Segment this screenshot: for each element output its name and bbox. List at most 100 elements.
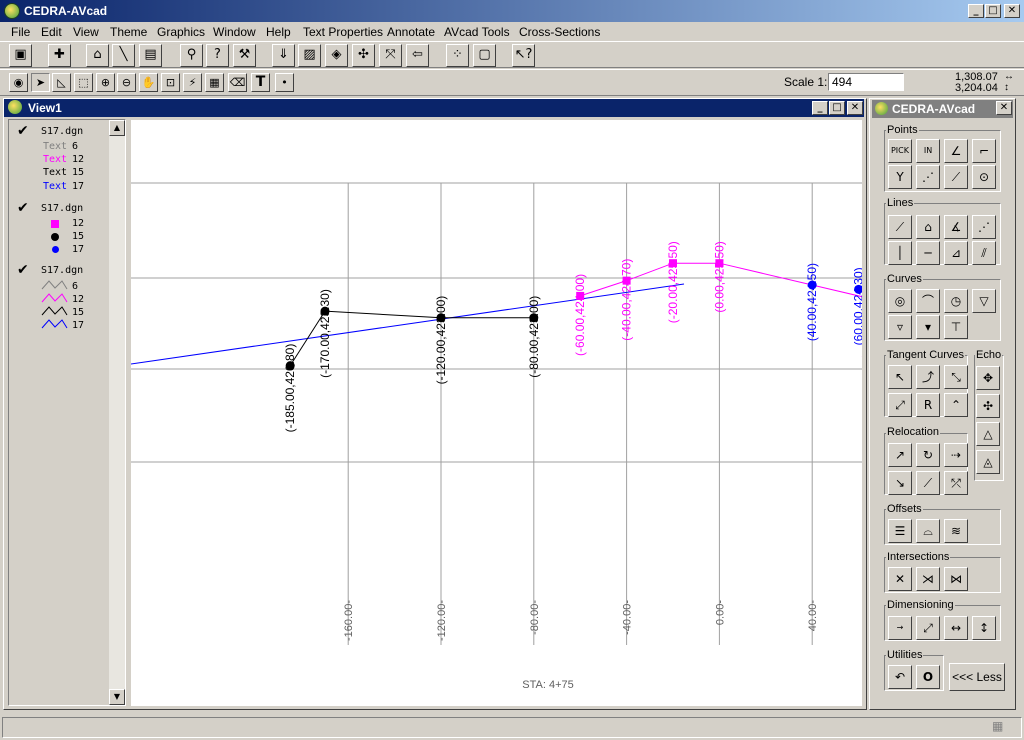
utility-undo-icon[interactable]: ↶	[888, 665, 912, 689]
menu-help[interactable]: Help	[266, 25, 291, 39]
zoom-out-icon[interactable]: ⤧	[379, 44, 402, 67]
theme-3-checkbox[interactable]: ✔	[17, 262, 29, 278]
theme-2-checkbox[interactable]: ✔	[17, 200, 29, 216]
relocate-move-icon[interactable]: ↗	[888, 443, 912, 467]
tangent-curve-2-icon[interactable]: ⤴	[916, 365, 940, 389]
dimension-aligned-icon[interactable]: ⤢	[916, 616, 940, 640]
curve-arc-center-icon[interactable]: ◷	[944, 289, 968, 313]
tangent-curve-1-icon[interactable]: ↖	[888, 365, 912, 389]
relocate-rotate-icon[interactable]: ↻	[916, 443, 940, 467]
zoom-layer-icon[interactable]: ▨	[298, 44, 321, 67]
point-along-icon[interactable]: ⋰	[916, 165, 940, 189]
menu-cross-sections[interactable]: Cross-Sections	[519, 25, 600, 39]
menu-avcad-tools[interactable]: AVcad Tools	[444, 25, 510, 39]
zoom-in-icon[interactable]: ✣	[352, 44, 375, 67]
zoom-selected-icon[interactable]: ◈	[325, 44, 348, 67]
line-horizontal-icon[interactable]: ─	[916, 241, 940, 265]
save-icon[interactable]: ▣	[9, 44, 32, 67]
curve-tangent-arc-icon[interactable]: ⊤	[944, 315, 968, 339]
intersect-line-curve-icon[interactable]: ⋊	[916, 567, 940, 591]
measure-icon[interactable]: ⊡	[161, 73, 180, 92]
line-vertical-icon[interactable]: │	[888, 241, 912, 265]
locate-icon[interactable]: ?	[206, 44, 229, 67]
menu-theme[interactable]: Theme	[110, 25, 147, 39]
scroll-down-icon[interactable]: ▼	[109, 689, 125, 705]
view-maximize-button[interactable]: □	[829, 101, 845, 115]
relocate-break-icon[interactable]: ⤱	[944, 471, 968, 495]
curve-tangent-down-icon[interactable]: ▾	[916, 315, 940, 339]
offset-multi-icon[interactable]: ≋	[944, 519, 968, 543]
line-dashed-icon[interactable]: ⋰	[972, 215, 996, 239]
point-intersect-icon[interactable]: Y	[888, 165, 912, 189]
point-angle-icon[interactable]: ∠	[944, 139, 968, 163]
zoom-out-tool-icon[interactable]: ⊖	[117, 73, 136, 92]
relocate-extend-icon[interactable]: ↘	[888, 471, 912, 495]
menu-view[interactable]: View	[73, 25, 99, 39]
relocate-trim-icon[interactable]: ⟋	[916, 471, 940, 495]
pick-point-button[interactable]: PICK	[888, 139, 912, 163]
text-tool-icon[interactable]: T	[251, 73, 270, 92]
menu-annotate[interactable]: Annotate	[387, 25, 435, 39]
offset-curve-icon[interactable]: ⌓	[916, 519, 940, 543]
tangent-curve-6-icon[interactable]: ⌃	[944, 393, 968, 417]
theme-3-name[interactable]: S17.dgn	[41, 265, 83, 276]
curve-sector-icon[interactable]: ▽	[972, 289, 996, 313]
line-perpendicular-icon[interactable]: ⊿	[944, 241, 968, 265]
echo-area-icon[interactable]: ◬	[976, 450, 1000, 474]
select-features-icon[interactable]: ⁘	[446, 44, 469, 67]
map-canvas[interactable]: -160.00- -120.00- -80.00- -40.00- 0.00- 40.00…	[131, 120, 862, 706]
intersect-lines-icon[interactable]: ✕	[888, 567, 912, 591]
tangent-curve-4-icon[interactable]: ⤢	[888, 393, 912, 417]
vertex-edit-icon[interactable]: ◺	[52, 73, 71, 92]
dimension-vertical-icon[interactable]: ↕	[972, 616, 996, 640]
menu-graphics[interactable]: Graphics	[157, 25, 205, 39]
theme-1-name[interactable]: S17.dgn	[41, 126, 83, 137]
echo-vertical-icon[interactable]: ✣	[976, 394, 1000, 418]
line-angle-icon[interactable]: ∡	[944, 215, 968, 239]
curve-tangent-left-icon[interactable]: ▿	[888, 315, 912, 339]
dimension-horizontal-icon[interactable]: ↔	[944, 616, 968, 640]
offset-line-icon[interactable]: ☰	[888, 519, 912, 543]
line-parallel-icon[interactable]: ⫽	[972, 241, 996, 265]
menu-window[interactable]: Window	[213, 25, 256, 39]
zoom-full-icon[interactable]: ⇓	[272, 44, 295, 67]
clear-selection-icon[interactable]: ▢	[473, 44, 496, 67]
add-icon[interactable]: ✚	[48, 44, 71, 67]
hammer-icon[interactable]: ⚒	[233, 44, 256, 67]
theme-props-icon[interactable]: ⌂	[86, 44, 109, 67]
scroll-up-icon[interactable]: ▲	[109, 120, 125, 136]
view-close-button[interactable]: ✕	[847, 101, 863, 115]
menu-edit[interactable]: Edit	[41, 25, 62, 39]
point-tool-icon[interactable]: •	[275, 73, 294, 92]
point-segment-icon[interactable]: ⟋	[944, 165, 968, 189]
resize-grip-icon[interactable]: ▦	[992, 719, 1012, 735]
theme-2-name[interactable]: S17.dgn	[41, 203, 83, 214]
pan-hand-icon[interactable]: ✋	[139, 73, 158, 92]
less-button[interactable]: <<< Less	[949, 663, 1005, 691]
view-minimize-button[interactable]: _	[812, 101, 828, 115]
table-icon[interactable]: ▤	[139, 44, 162, 67]
point-offset-icon[interactable]: ⌐	[972, 139, 996, 163]
utility-zero-icon[interactable]: O	[916, 665, 940, 689]
intersect-curves-icon[interactable]: ⋈	[944, 567, 968, 591]
select-box-icon[interactable]: ⬚	[74, 73, 93, 92]
label-icon[interactable]: ⌫	[228, 73, 247, 92]
dimension-abs-icon[interactable]: →	[888, 616, 912, 640]
minimize-button[interactable]: _	[968, 4, 984, 18]
relocate-shift-icon[interactable]: ⇢	[944, 443, 968, 467]
close-button[interactable]: ✕	[1004, 4, 1020, 18]
hotlink-icon[interactable]: ⚡	[183, 73, 202, 92]
query-builder-icon[interactable]: ⚲	[180, 44, 203, 67]
point-circle-icon[interactable]: ⊙	[972, 165, 996, 189]
zoom-in-tool-icon[interactable]: ⊕	[96, 73, 115, 92]
curve-arc-3pt-icon[interactable]: ⌒	[916, 289, 940, 313]
avcad-close-button[interactable]: ✕	[996, 101, 1012, 115]
toc-scrollbar[interactable]: ▲ ▼	[109, 120, 125, 705]
menu-file[interactable]: File	[11, 25, 30, 39]
edit-legend-icon[interactable]: ╲	[112, 44, 135, 67]
pointer-icon[interactable]: ➤	[31, 73, 50, 92]
line-bisect-icon[interactable]: ⌂	[916, 215, 940, 239]
line-2pt-icon[interactable]: ⟋	[888, 215, 912, 239]
area-select-icon[interactable]: ▦	[205, 73, 224, 92]
key-in-point-button[interactable]: IN	[916, 139, 940, 163]
